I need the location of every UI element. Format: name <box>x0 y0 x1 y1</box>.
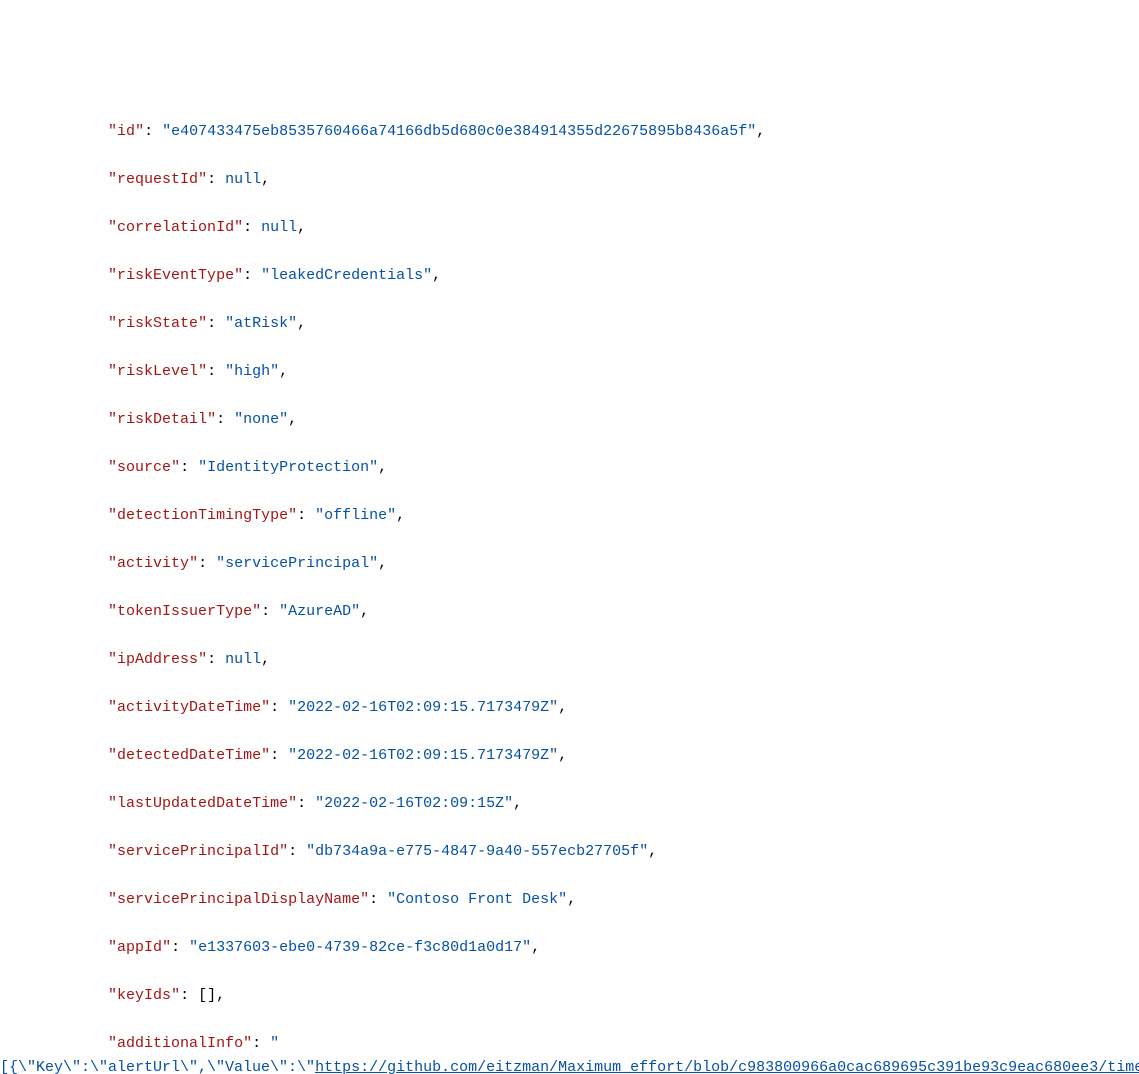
json-line-riskstate: "riskState": "atRisk", <box>0 312 1139 336</box>
json-line-riskdetail: "riskDetail": "none", <box>0 408 1139 432</box>
json-line-lastupdateddatetime: "lastUpdatedDateTime": "2022-02-16T02:09… <box>0 792 1139 816</box>
alert-url-link[interactable]: https://github.com/eitzman/Maximum_effor… <box>315 1059 1139 1074</box>
json-line-detecteddatetime: "detectedDateTime": "2022-02-16T02:09:15… <box>0 744 1139 768</box>
json-line-requestid: "requestId": null, <box>0 168 1139 192</box>
json-line-additionalinfo: "additionalInfo": "[{\"Key\":\"alertUrl\… <box>0 1032 1139 1074</box>
json-line-id: "id": "e407433475eb8535760466a74166db5d6… <box>0 120 1139 144</box>
json-line-detectiontimingtype: "detectionTimingType": "offline", <box>0 504 1139 528</box>
json-line-ipaddress: "ipAddress": null, <box>0 648 1139 672</box>
json-line-activity: "activity": "servicePrincipal", <box>0 552 1139 576</box>
json-line-serviceprincipalid: "servicePrincipalId": "db734a9a-e775-484… <box>0 840 1139 864</box>
json-line-tokenissuertype: "tokenIssuerType": "AzureAD", <box>0 600 1139 624</box>
json-line-riskeventtype: "riskEventType": "leakedCredentials", <box>0 264 1139 288</box>
json-line-keyids: "keyIds": [], <box>0 984 1139 1008</box>
json-code-block: "id": "e407433475eb8535760466a74166db5d6… <box>0 96 1139 1074</box>
json-line-serviceprincipaldisplayname: "servicePrincipalDisplayName": "Contoso … <box>0 888 1139 912</box>
json-line-risklevel: "riskLevel": "high", <box>0 360 1139 384</box>
json-line-correlationid: "correlationId": null, <box>0 216 1139 240</box>
json-line-appid: "appId": "e1337603-ebe0-4739-82ce-f3c80d… <box>0 936 1139 960</box>
json-line-activitydatetime: "activityDateTime": "2022-02-16T02:09:15… <box>0 696 1139 720</box>
json-line-source: "source": "IdentityProtection", <box>0 456 1139 480</box>
